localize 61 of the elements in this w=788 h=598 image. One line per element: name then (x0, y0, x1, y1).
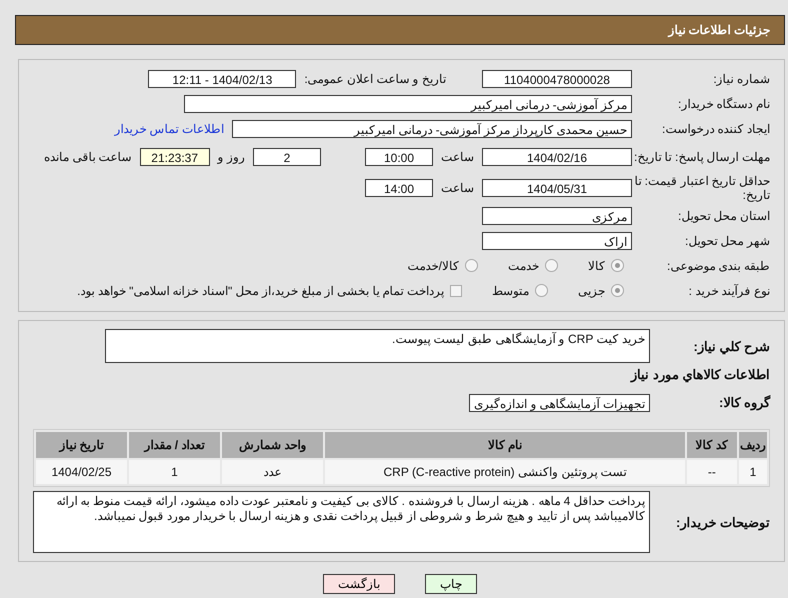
field-label: ساعت باقی مانده (44, 150, 132, 164)
text-field[interactable]: حسین محمدی کارپرداز مرکز آموزشی- درمانی امیرکبیر (232, 120, 632, 138)
column-header: نام کالا (325, 432, 685, 458)
field-label: ایجاد کننده درخواست: (662, 122, 770, 136)
field-label: روز و (218, 150, 245, 164)
table-cell: 1 (739, 460, 767, 484)
option-label: جزیی (578, 284, 605, 298)
description-field[interactable]: خرید کیت CRP و آزمایشگاهی طبق لیست پیوست. (105, 329, 650, 363)
field-label: نوع فرآیند خرید : (688, 284, 770, 298)
column-header: تعداد / مقدار (128, 432, 220, 458)
column-header: تاریخ نیاز (36, 432, 127, 458)
table-cell: -- (686, 460, 737, 484)
field-label: حداقل تاريخ اعتبار قيمت: تا تاريخ: (634, 174, 770, 202)
text-field[interactable]: 1404/02/13 - 12:11 (148, 70, 296, 88)
field-label: مهلت ارسال پاسخ: تا تاریخ: (634, 150, 770, 164)
table-cell: 1404/02/25 (36, 460, 127, 484)
option-label: کالا/خدمت (408, 258, 459, 272)
checkbox[interactable] (450, 284, 462, 296)
table-cell: عدد (222, 460, 324, 484)
field-label: شرح کلي نياز: (693, 338, 770, 354)
field-label: تاریخ و ساعت اعلان عمومی: (304, 72, 446, 86)
option-label: متوسط (492, 284, 529, 298)
field-label: توضیحات خریدار: (676, 514, 770, 530)
field-label: ساعت (441, 180, 474, 194)
table-cell: تست پروتئین واکنشی (CRP (C-reactive protein (325, 460, 685, 484)
back-button[interactable]: بازگشت (323, 574, 395, 594)
page-header: جزئیات اطلاعات نیاز (15, 15, 785, 45)
field-label: طبقه بندی موضوعی: (666, 258, 770, 272)
text-field[interactable]: 2 (253, 148, 321, 166)
field-label: ساعت (441, 150, 474, 164)
notes-field[interactable]: پرداخت حداقل 4 ماهه . هزینه ارسال با فروشنده . کالای بی کیفیت و نامعتبر عودت داده میشود، ارائه قیمت منوط به ارائه کالامیباشد پس از تایید و هیچ شرط و شروطی از قبیل پرداخت نقدی و هزینه ارسال با خریدار مورد قبول نمیباشد. (33, 491, 650, 553)
radio-button[interactable] (535, 284, 548, 297)
field-label: شماره نیاز: (713, 72, 770, 86)
text-field[interactable]: 14:00 (365, 178, 433, 196)
radio-button[interactable] (611, 259, 624, 272)
text-field[interactable]: مرکز آموزشی- درمانی امیرکبیر (184, 94, 632, 112)
text-field[interactable]: 1404/02/16 (482, 148, 632, 166)
radio-button[interactable] (611, 284, 624, 297)
column-header: کد کالا (686, 432, 737, 458)
option-label: کالا (588, 258, 605, 272)
text-field[interactable]: 1104000478000028 (482, 70, 632, 88)
column-header: ردیف (739, 432, 767, 458)
section-heading: اطلاعات کالاهاي مورد نياز (629, 367, 770, 382)
goods-group-field[interactable]: تجهیزات آزمایشگاهی و اندازه‌گیری (468, 394, 650, 412)
table-cell: 1 (128, 460, 220, 484)
radio-button[interactable] (545, 259, 558, 272)
radio-button[interactable] (465, 259, 478, 272)
option-label: پرداخت تمام یا بخشی از مبلغ خرید،از محل "اسناد خزانه اسلامی" خواهد بود. (77, 284, 444, 298)
text-field[interactable]: اراک (482, 232, 632, 250)
buyer-contact-link[interactable]: اطلاعات تماس خریدار (114, 122, 224, 136)
column-header: واحد شمارش (222, 432, 324, 458)
field-label: نام دستگاه خریدار: (678, 96, 770, 110)
countdown-field[interactable]: 21:23:37 (140, 148, 210, 166)
print-button[interactable]: چاپ (425, 574, 477, 594)
option-label: خدمت (508, 258, 539, 272)
text-field[interactable]: 10:00 (365, 148, 433, 166)
field-label: استان محل تحویل: (678, 208, 770, 222)
field-label: شهر محل تحویل: (684, 234, 770, 248)
field-label: گروه کالا: (719, 395, 770, 410)
text-field[interactable]: 1404/05/31 (482, 178, 632, 196)
text-field[interactable]: مرکزی (482, 206, 632, 224)
